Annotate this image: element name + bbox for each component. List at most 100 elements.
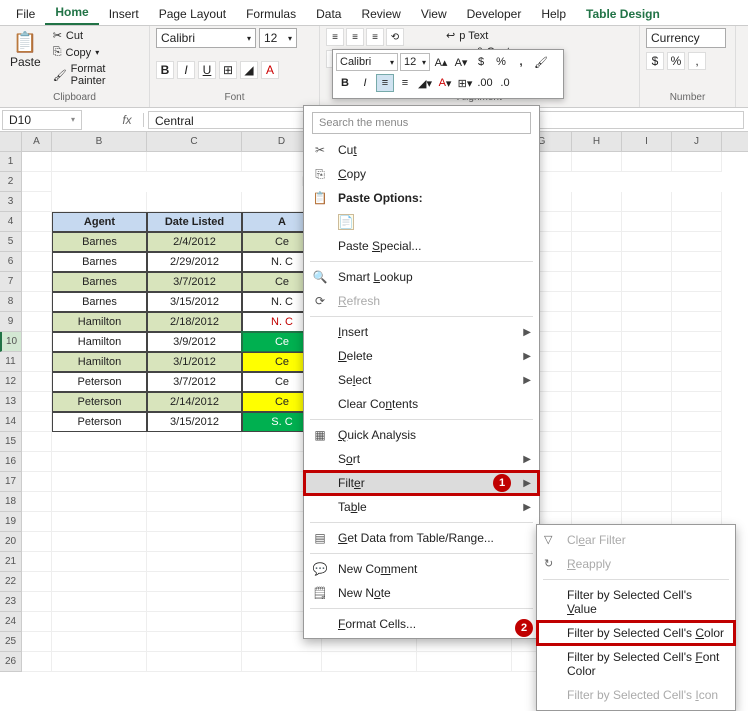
cell[interactable] (672, 152, 722, 172)
cell[interactable] (672, 192, 722, 212)
cell[interactable] (572, 312, 622, 332)
cell[interactable] (22, 492, 52, 512)
cell[interactable] (22, 472, 52, 492)
cell[interactable]: Barnes (52, 232, 147, 252)
cell[interactable] (622, 412, 672, 432)
row-header[interactable]: 6 (0, 252, 21, 272)
cell[interactable] (672, 372, 722, 392)
cell[interactable] (572, 252, 622, 272)
cell[interactable] (672, 352, 722, 372)
cell[interactable] (572, 352, 622, 372)
row-header[interactable]: 12 (0, 372, 21, 392)
cell[interactable] (572, 432, 622, 452)
cell[interactable] (147, 612, 242, 632)
percent-button[interactable]: % (667, 52, 685, 70)
cell[interactable] (672, 252, 722, 272)
cell[interactable] (572, 232, 622, 252)
cell[interactable] (572, 212, 622, 232)
row-header[interactable]: 18 (0, 492, 21, 512)
row-header[interactable]: 17 (0, 472, 21, 492)
cell[interactable] (147, 492, 242, 512)
sub-filter-value[interactable]: Filter by Selected Cell's Value (537, 583, 735, 621)
col-header-B[interactable]: B (52, 132, 147, 151)
italic-button[interactable]: I (177, 61, 195, 79)
cell[interactable] (22, 432, 52, 452)
cell[interactable] (22, 232, 52, 252)
cut-button[interactable]: ✂Cut (49, 28, 143, 43)
fill-color-button[interactable]: ◢ (240, 61, 258, 79)
cell[interactable] (672, 212, 722, 232)
tab-insert[interactable]: Insert (99, 3, 149, 25)
cell[interactable] (147, 152, 242, 172)
cell[interactable] (622, 452, 672, 472)
ctx-smart-lookup[interactable]: 🔍Smart Lookup (304, 265, 539, 289)
row-header[interactable]: 14 (0, 412, 21, 432)
ctx-format-cells[interactable]: Format Cells... (304, 612, 539, 636)
cell[interactable] (572, 292, 622, 312)
row-header[interactable]: 13 (0, 392, 21, 412)
underline-button[interactable]: U (198, 61, 216, 79)
tab-file[interactable]: File (6, 3, 45, 25)
ctx-new-comment[interactable]: 💬New Comment (304, 557, 539, 581)
cell[interactable] (52, 652, 147, 672)
mini-accounting[interactable]: $ (472, 53, 490, 71)
col-header-C[interactable]: C (147, 132, 242, 151)
orientation-button[interactable]: ⟲ (386, 28, 404, 46)
cell[interactable] (572, 492, 622, 512)
cell[interactable] (22, 592, 52, 612)
cell[interactable] (52, 192, 147, 212)
ctx-copy[interactable]: ⎘Copy (304, 162, 539, 186)
row-header[interactable]: 15 (0, 432, 21, 452)
cell[interactable]: Barnes (52, 252, 147, 272)
tab-table-design[interactable]: Table Design (576, 3, 670, 25)
tab-help[interactable]: Help (531, 3, 576, 25)
cell[interactable]: Hamilton (52, 332, 147, 352)
row-header[interactable]: 2 (0, 172, 21, 192)
cell[interactable] (622, 352, 672, 372)
row-header[interactable]: 3 (0, 192, 21, 212)
cell[interactable]: Peterson (52, 412, 147, 432)
cell[interactable] (52, 632, 147, 652)
cell[interactable] (622, 232, 672, 252)
cell[interactable] (622, 492, 672, 512)
cell[interactable] (22, 552, 52, 572)
ctx-paste-keep-format[interactable]: 📄 (304, 210, 539, 234)
cell[interactable] (622, 312, 672, 332)
cell[interactable]: Peterson (52, 372, 147, 392)
align-bottom-button[interactable]: ≡ (366, 28, 384, 46)
col-header-J[interactable]: J (672, 132, 722, 151)
cell[interactable]: 3/15/2012 (147, 292, 242, 312)
cell[interactable] (22, 252, 52, 272)
row-header[interactable]: 24 (0, 612, 21, 632)
cell[interactable] (22, 312, 52, 332)
cell[interactable] (672, 472, 722, 492)
cell[interactable] (672, 232, 722, 252)
cell[interactable] (22, 372, 52, 392)
cell[interactable] (572, 412, 622, 432)
cell[interactable] (572, 332, 622, 352)
tab-home[interactable]: Home (45, 1, 98, 25)
comma-button[interactable]: , (688, 52, 706, 70)
cell[interactable] (622, 372, 672, 392)
row-header[interactable]: 1 (0, 152, 21, 172)
cell[interactable] (147, 452, 242, 472)
cell[interactable] (622, 272, 672, 292)
cell[interactable] (52, 572, 147, 592)
mini-dec-decimal[interactable]: .00 (476, 74, 494, 92)
cell[interactable] (572, 372, 622, 392)
row-header[interactable]: 26 (0, 652, 21, 672)
row-header[interactable]: 25 (0, 632, 21, 652)
col-header-A[interactable]: A (22, 132, 52, 151)
sub-filter-font-color[interactable]: Filter by Selected Cell's Font Color (537, 645, 735, 683)
ctx-insert[interactable]: Insert▶ (304, 320, 539, 344)
cell[interactable] (22, 192, 52, 212)
cell[interactable] (22, 272, 52, 292)
ctx-delete[interactable]: Delete▶ (304, 344, 539, 368)
cell[interactable]: 2/14/2012 (147, 392, 242, 412)
ctx-sort[interactable]: Sort▶ (304, 447, 539, 471)
tab-developer[interactable]: Developer (457, 3, 532, 25)
row-header[interactable]: 8 (0, 292, 21, 312)
border-button[interactable]: ⊞ (219, 61, 237, 79)
tab-data[interactable]: Data (306, 3, 351, 25)
cell[interactable] (417, 652, 512, 672)
